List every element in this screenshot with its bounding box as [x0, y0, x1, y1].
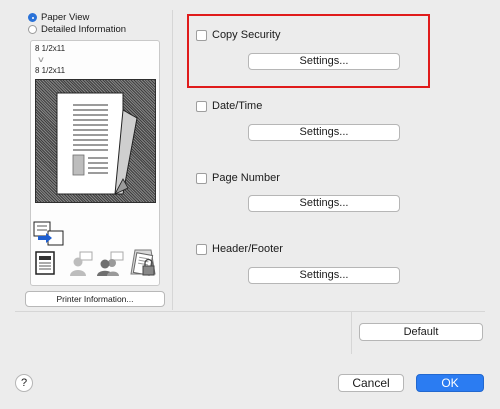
radio-label: Paper View — [41, 12, 90, 23]
ok-button[interactable]: OK — [416, 374, 484, 392]
cancel-button[interactable]: Cancel — [338, 374, 404, 392]
highlight-frame — [187, 14, 430, 88]
preview-panel: 8 1/2x11 ∨ 8 1/2x11 — [30, 40, 160, 286]
date-time-settings-button[interactable]: Settings... — [248, 124, 400, 141]
checkbox-page-number[interactable]: Page Number — [196, 172, 280, 184]
checkbox-label: Copy Security — [212, 29, 281, 41]
radio-detailed-information[interactable]: Detailed Information — [28, 24, 126, 35]
user-icon — [68, 251, 94, 280]
checkbox-icon — [196, 172, 207, 184]
chevron-down-icon: ∨ — [36, 55, 46, 64]
paper-preview — [35, 79, 156, 203]
radio-paper-view[interactable]: Paper View — [28, 12, 89, 23]
checkbox-copy-security[interactable]: Copy Security — [196, 29, 280, 41]
radio-unselected-icon — [28, 25, 37, 34]
output-size-label: 8 1/2x11 — [35, 66, 66, 75]
checkbox-label: Page Number — [212, 172, 280, 184]
checkbox-header-footer[interactable]: Header/Footer — [196, 243, 283, 255]
page-curl-icon — [56, 92, 138, 195]
checkbox-date-time[interactable]: Date/Time — [196, 100, 262, 112]
printer-information-button[interactable]: Printer Information... — [25, 291, 165, 307]
vertical-divider — [351, 312, 352, 354]
horizontal-divider — [15, 311, 485, 312]
help-button[interactable]: ? — [15, 374, 33, 392]
default-button[interactable]: Default — [359, 323, 483, 341]
column-divider — [172, 10, 173, 310]
page-number-settings-button[interactable]: Settings... — [248, 195, 400, 212]
radio-label: Detailed Information — [41, 24, 127, 35]
secure-document-icon — [129, 248, 157, 281]
checkbox-icon — [196, 100, 207, 112]
document-icon — [35, 251, 57, 280]
checkbox-icon — [196, 29, 207, 41]
fax-send-icon — [33, 221, 65, 250]
checkbox-label: Header/Footer — [212, 243, 283, 255]
copy-security-settings-button[interactable]: Settings... — [248, 53, 400, 70]
checkbox-label: Date/Time — [212, 100, 263, 112]
original-size-label: 8 1/2x11 — [35, 44, 66, 53]
checkbox-icon — [196, 243, 207, 255]
radio-selected-icon — [28, 13, 37, 22]
header-footer-settings-button[interactable]: Settings... — [248, 267, 400, 284]
users-icon — [97, 251, 125, 280]
